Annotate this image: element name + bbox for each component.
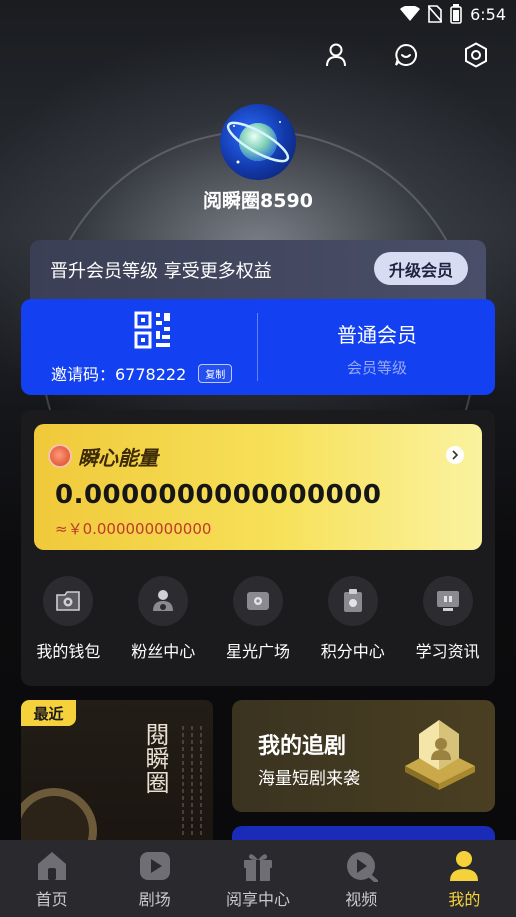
chevron-right-icon[interactable] [446,446,464,464]
bottom-tab-bar: 首页 剧场 阅享中心 视频 我的 [0,840,516,917]
video-icon [347,852,379,882]
member-level[interactable]: 普通会员 [277,319,477,348]
home-icon [37,852,66,880]
tab-label: 阅享中心 [226,890,291,909]
status-icons: 6:54 [400,4,506,24]
recent-card[interactable]: 閱瞬圈 最近 [21,700,213,850]
tab-home[interactable]: 首页 [0,840,103,917]
tab-label: 剧场 [138,890,171,909]
play-icon [139,852,170,880]
feature-plaza[interactable]: 星光广场 [211,576,306,662]
points-icon [327,576,378,626]
copy-button[interactable]: 复制 [198,363,233,383]
feature-points[interactable]: 积分中心 [305,576,400,662]
my-drama-card[interactable]: 我的追剧 海量短剧来袭 [232,700,495,812]
recent-decoration [177,726,207,836]
recent-badge: 最近 [21,700,76,726]
news-icon [422,576,473,626]
plaza-icon [232,576,283,626]
energy-title: 瞬心能量 [78,446,158,470]
feature-wallet[interactable]: 我的钱包 [21,576,116,662]
status-bar: 6:54 [0,0,516,30]
profile-icon[interactable] [318,40,354,70]
tab-video[interactable]: 视频 [310,840,413,917]
qr-code-icon[interactable] [134,311,172,349]
wallet-icon [43,576,94,626]
tab-mine[interactable]: 我的 [413,840,516,917]
tab-center[interactable]: 阅享中心 [206,840,309,917]
feature-label: 我的钱包 [36,642,101,661]
fans-icon [138,576,189,626]
invite-code: 邀请码：6778222 [51,365,187,384]
feature-row: 我的钱包 粉丝中心 星光广场 积分中心 学习资讯 [21,576,495,662]
username: 阅瞬圈8590 [203,190,313,212]
recent-brand: 閱瞬圈 [141,722,169,794]
message-icon[interactable] [388,40,424,70]
feature-news[interactable]: 学习资讯 [400,576,495,662]
drama-title: 我的追剧 [258,734,347,759]
gift-icon [244,854,272,881]
energy-coin-icon [48,444,72,468]
avatar[interactable] [220,104,296,180]
wifi-icon [400,6,421,21]
no-sim-icon [428,5,443,23]
user-icon [450,851,479,881]
tab-label: 我的 [448,890,481,909]
invite-row: 邀请码：6778222 复制 [51,361,233,385]
energy-value: 0.0000000000000000 [55,480,382,510]
upgrade-banner: 晋升会员等级 享受更多权益 升级会员 [30,240,486,300]
tab-label: 视频 [345,890,378,909]
upgrade-button[interactable]: 升级会员 [374,252,468,285]
feature-label: 积分中心 [320,642,385,661]
feature-label: 学习资讯 [415,642,480,661]
status-time: 6:54 [470,4,506,24]
feature-fans[interactable]: 粉丝中心 [116,576,211,662]
energy-card[interactable]: 瞬心能量 0.0000000000000000 ≈￥0.000000000000 [34,424,482,550]
member-card: 邀请码：6778222 复制 普通会员 会员等级 [21,299,495,395]
home-3d-icon [405,720,475,790]
assets-panel: 瞬心能量 0.0000000000000000 ≈￥0.000000000000… [21,410,495,686]
member-level-caption: 会员等级 [346,359,407,377]
header-actions [318,40,494,70]
feature-label: 星光广场 [225,642,290,661]
settings-icon[interactable] [458,40,494,70]
energy-rmb-value: ≈￥0.000000000000 [55,520,212,538]
tab-theater[interactable]: 剧场 [103,840,206,917]
tab-label: 首页 [35,890,68,909]
card-divider [257,313,258,381]
upgrade-text: 晋升会员等级 享受更多权益 [50,261,272,282]
planet-avatar-icon [226,121,290,164]
feature-label: 粉丝中心 [131,642,196,661]
drama-subtitle: 海量短剧来袭 [258,769,360,789]
battery-icon [450,4,462,24]
